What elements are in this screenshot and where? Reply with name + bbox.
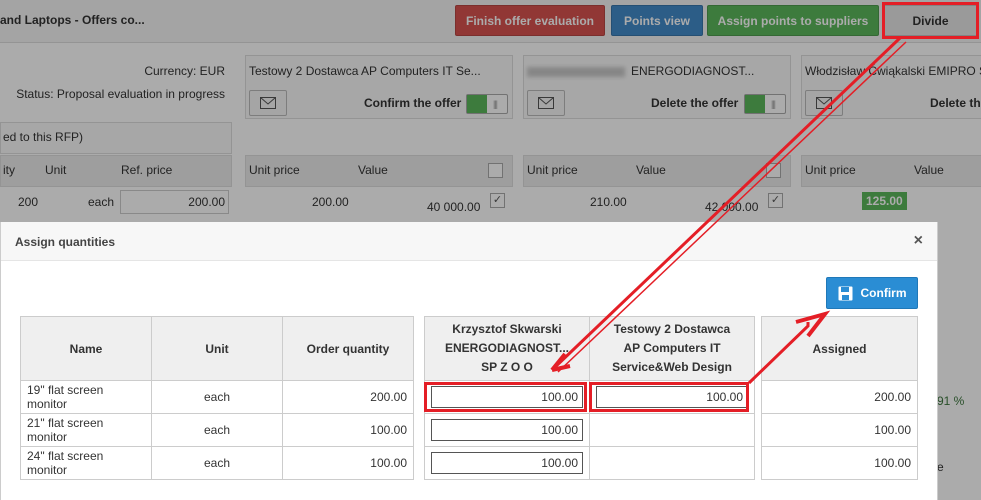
arrow-divide-to-supplier-1-outer <box>550 36 902 372</box>
annotation-arrows <box>550 36 907 385</box>
arrow-divide-to-supplier-1-inner <box>557 41 907 373</box>
arrow-supplier-2-to-confirm <box>747 322 810 385</box>
